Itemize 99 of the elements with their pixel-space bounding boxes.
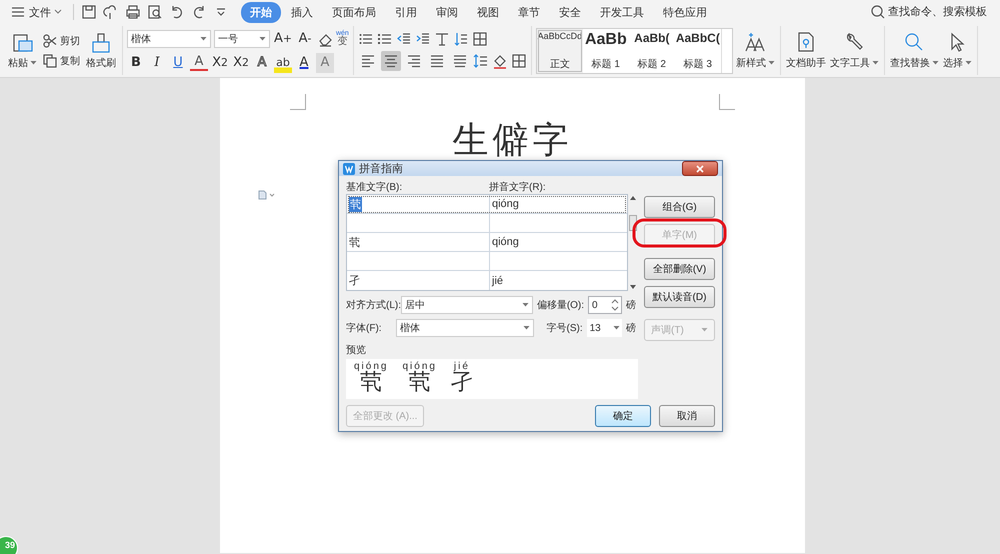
cancel-button[interactable]: 取消 bbox=[659, 405, 715, 427]
base-text: 茕 bbox=[349, 196, 362, 212]
tool-button[interactable]: 文字工具 bbox=[828, 29, 880, 72]
caret-icon bbox=[200, 36, 207, 42]
table-icon[interactable] bbox=[472, 30, 488, 46]
caret-icon bbox=[523, 325, 530, 331]
ribbon-tab[interactable]: 开发工具 bbox=[591, 2, 653, 22]
tool-button[interactable]: 查找替换 bbox=[888, 29, 940, 72]
font-name-field[interactable]: 楷体 bbox=[127, 30, 211, 48]
ribbon-tab[interactable]: 视图 bbox=[468, 2, 508, 22]
indent-icon[interactable] bbox=[414, 30, 431, 46]
preview-character: 孑 bbox=[450, 372, 473, 394]
document-title: 生僻字 bbox=[452, 119, 572, 163]
ok-button[interactable]: 确定 bbox=[595, 405, 651, 427]
table-row[interactable]: 茕 qióng bbox=[347, 233, 627, 252]
preview-pinyin: qióng bbox=[354, 362, 388, 372]
ribbon-tab[interactable]: 安全 bbox=[550, 2, 590, 22]
unit-label: 磅 bbox=[626, 322, 636, 335]
column-label: 基准文字(B): bbox=[346, 180, 404, 194]
save-icon[interactable] bbox=[81, 4, 97, 20]
align-button[interactable] bbox=[380, 50, 401, 70]
caret-icon bbox=[701, 327, 708, 333]
print-preview-icon[interactable] bbox=[147, 4, 163, 20]
line-spacing-icon[interactable] bbox=[472, 52, 489, 68]
table-row[interactable]: 孑 jié bbox=[347, 271, 627, 290]
scrollbar[interactable] bbox=[629, 194, 637, 291]
preview-pinyin: qióng bbox=[402, 362, 437, 372]
format-button[interactable]: A bbox=[253, 52, 271, 72]
caret-icon bbox=[30, 60, 37, 66]
copy-button[interactable]: 复制 bbox=[41, 52, 82, 68]
caret-icon bbox=[613, 325, 620, 331]
pinyin-text: jié bbox=[492, 274, 504, 286]
format-button[interactable]: B bbox=[127, 52, 145, 72]
base-text: 孑 bbox=[349, 274, 360, 288]
brush-icon bbox=[90, 32, 112, 54]
copy-icon bbox=[43, 54, 57, 68]
ribbon-tab[interactable]: 引用 bbox=[386, 2, 426, 22]
preview-label: 预览 bbox=[346, 344, 367, 357]
search-icon bbox=[870, 4, 886, 20]
margin-corner bbox=[290, 94, 306, 110]
alignment-dropdown[interactable]: 居中 bbox=[401, 296, 533, 314]
caret-icon bbox=[259, 36, 266, 42]
preview-pinyin: jié bbox=[454, 362, 470, 372]
style-preset[interactable]: AaBbC( 标题 3 bbox=[674, 28, 721, 72]
ribbon-tab[interactable]: 页面布局 bbox=[323, 2, 385, 22]
close-icon[interactable] bbox=[696, 164, 704, 172]
text-spacing-icon[interactable] bbox=[434, 30, 450, 46]
pinyin-text: qióng bbox=[492, 236, 519, 248]
preview-character: 茕 bbox=[360, 372, 382, 394]
shading-icon[interactable] bbox=[492, 52, 508, 68]
font-dropdown[interactable]: 楷体 bbox=[396, 319, 534, 337]
ribbon-tab[interactable]: 特色应用 bbox=[654, 2, 716, 22]
scissors-icon bbox=[43, 34, 57, 48]
column-label: 拼音文字(R): bbox=[489, 180, 546, 194]
cloud-icon[interactable] bbox=[103, 4, 119, 20]
chevron-icon bbox=[54, 9, 62, 15]
dialog-button[interactable]: 全部删除(V) bbox=[644, 258, 715, 280]
format-button[interactable]: A bbox=[190, 54, 208, 70]
pinyin-text: qióng bbox=[492, 198, 519, 210]
scroll-down-icon[interactable] bbox=[630, 285, 636, 289]
tool-button[interactable]: 新样式 bbox=[734, 29, 776, 72]
border-icon[interactable] bbox=[510, 52, 527, 68]
ribbon-tab[interactable]: 审阅 bbox=[427, 2, 467, 22]
format-painter-button[interactable]: 格式刷 bbox=[84, 30, 118, 72]
preview-character: 茕 bbox=[408, 372, 431, 394]
scroll-up-icon[interactable] bbox=[630, 196, 636, 200]
sort-icon[interactable] bbox=[452, 30, 469, 46]
caret-icon bbox=[522, 302, 529, 308]
table-row[interactable]: 茕 qióng bbox=[347, 195, 627, 214]
dialog-title: 拼音指南 bbox=[359, 162, 403, 176]
format-button[interactable]: A bbox=[295, 52, 313, 72]
unit-label: 磅 bbox=[626, 298, 636, 312]
dialog-button[interactable]: 默认读音(D) bbox=[644, 286, 715, 308]
format-button[interactable]: I bbox=[148, 52, 166, 72]
print-icon[interactable] bbox=[125, 4, 141, 20]
dialog-button[interactable]: 组合(G) bbox=[644, 196, 715, 218]
style-preset[interactable]: AaBb( 标题 2 bbox=[628, 28, 675, 72]
field-label: 字体(F): bbox=[346, 322, 383, 335]
cut-button[interactable]: 剪切 bbox=[41, 32, 82, 48]
outdent-icon[interactable] bbox=[396, 30, 412, 46]
command-search[interactable]: 查找命令、搜索模板 bbox=[870, 4, 994, 20]
field-label: 字号(S): bbox=[546, 322, 583, 335]
format-button[interactable]: U bbox=[169, 52, 187, 72]
margin-corner bbox=[719, 94, 735, 110]
font-size-field[interactable]: 一号 bbox=[214, 30, 270, 48]
ribbon-tab[interactable]: 插入 bbox=[282, 2, 322, 22]
tool-button[interactable]: 选择 bbox=[942, 29, 973, 72]
paste-button[interactable]: 粘贴 bbox=[6, 30, 39, 72]
style-preset[interactable]: AaBb 标题 1 bbox=[582, 28, 629, 72]
file-menu[interactable]: 文件 bbox=[6, 4, 66, 20]
styles-icon[interactable] bbox=[744, 31, 766, 53]
clipboard-icon bbox=[12, 32, 34, 54]
offset-spinner[interactable]: 0 bbox=[588, 296, 622, 314]
app-icon bbox=[343, 162, 355, 174]
size-dropdown[interactable]: 13 bbox=[586, 319, 622, 337]
tool-button[interactable]: 文档助手 bbox=[784, 29, 827, 72]
base-text: 茕 bbox=[349, 236, 360, 250]
ribbon-tab[interactable]: 章节 bbox=[509, 2, 549, 22]
field-label: 偏移量(O): bbox=[536, 299, 584, 312]
